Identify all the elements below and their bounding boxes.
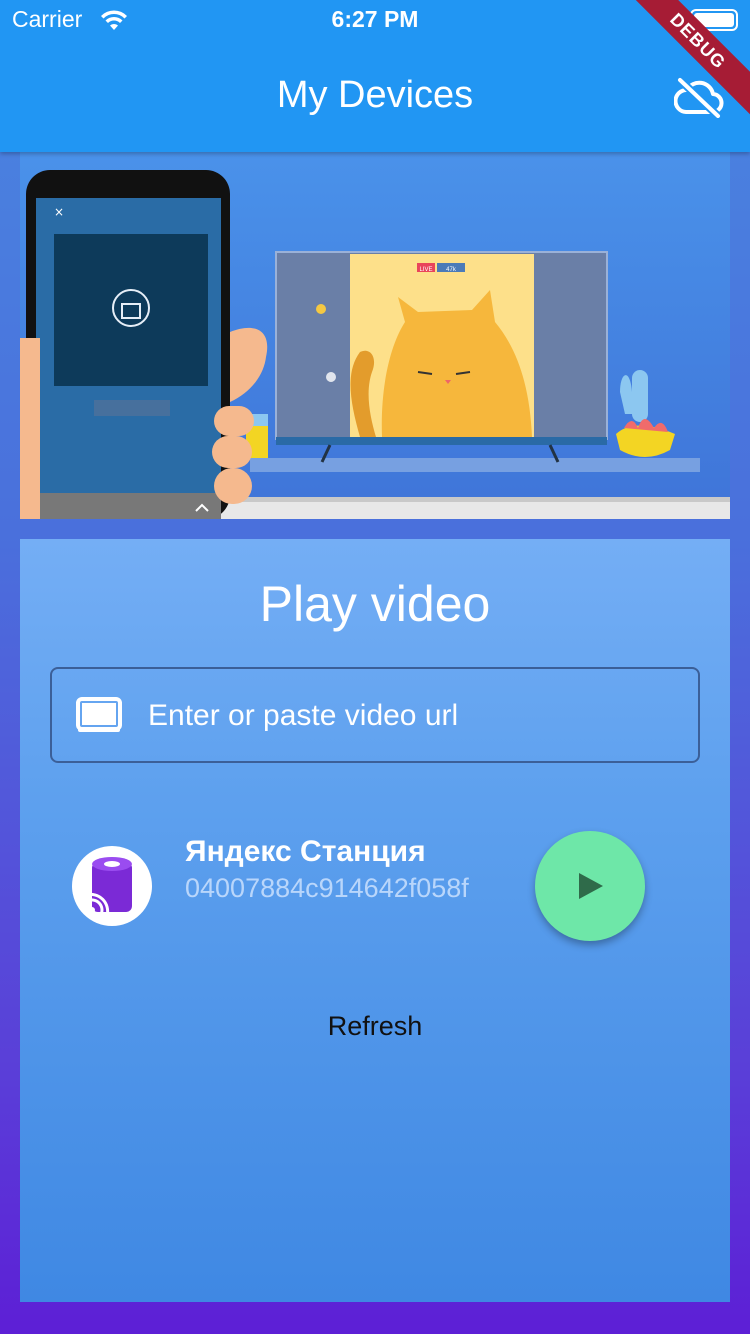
live-badge: LIVE xyxy=(419,267,432,273)
refresh-button[interactable]: Refresh xyxy=(20,1011,730,1042)
url-placeholder: Enter or paste video url xyxy=(148,699,459,732)
page-title: My Devices xyxy=(276,74,474,116)
status-bar: Carrier 6:27 PM xyxy=(0,0,750,40)
device-id: 04007884c914642f058f xyxy=(185,873,469,903)
viewer-count: 47k xyxy=(446,267,457,273)
card-title: Play video xyxy=(259,576,491,632)
svg-text:×: × xyxy=(54,205,64,219)
cast-illustration: LIVE 47k × xyxy=(20,152,730,519)
avatar xyxy=(72,846,152,926)
list-item[interactable]: Яндекс Станция 04007884c914642f058f xyxy=(70,831,680,941)
yandex-station-icon xyxy=(85,857,132,917)
app-bar: Carrier 6:27 PM My Devices xyxy=(0,0,750,152)
video-url-input[interactable]: Enter or paste video url xyxy=(50,667,700,763)
play-button[interactable] xyxy=(535,831,645,941)
tv-icon xyxy=(76,697,122,732)
play-video-card: Play video Enter or paste video url Янде… xyxy=(20,539,730,1302)
device-name: Яндекс Станция xyxy=(185,835,426,868)
play-icon xyxy=(579,873,603,899)
cloud-off-icon[interactable] xyxy=(674,76,724,118)
hero-illustration: LIVE 47k × xyxy=(20,152,730,519)
status-time: 6:27 PM xyxy=(331,6,419,32)
